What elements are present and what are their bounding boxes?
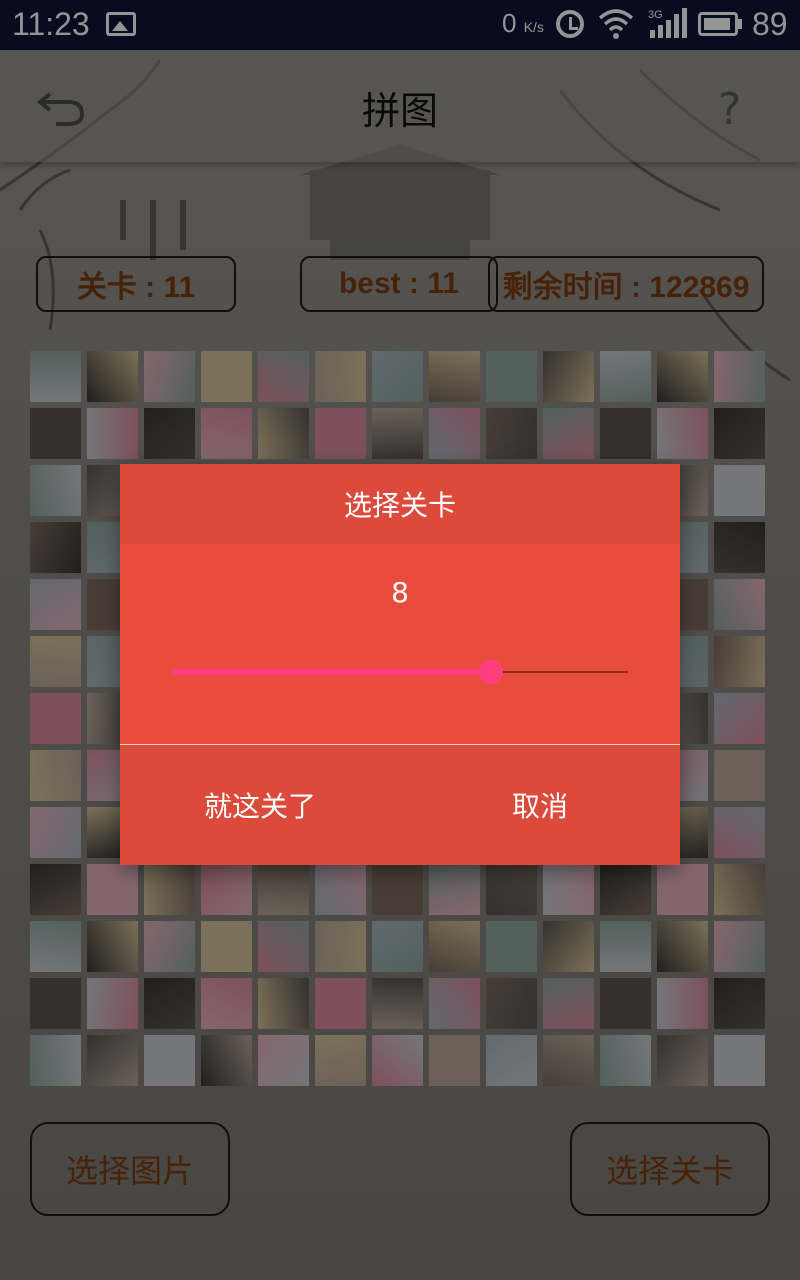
slider-fill	[172, 669, 491, 675]
confirm-level-button[interactable]: 就这关了	[120, 745, 400, 865]
cancel-button[interactable]: 取消	[400, 745, 680, 865]
dialog-title: 选择关卡	[120, 464, 680, 544]
screen: 11:23 0 K/s 3G 89 拼图 ? 关卡: 11 best: 11…	[0, 0, 800, 1280]
select-level-dialog: 选择关卡 8 就这关了 取消	[120, 464, 680, 865]
level-slider[interactable]	[172, 660, 628, 686]
slider-thumb[interactable]	[479, 660, 503, 684]
dialog-footer: 就这关了 取消	[120, 745, 680, 865]
level-value: 8	[391, 576, 409, 609]
